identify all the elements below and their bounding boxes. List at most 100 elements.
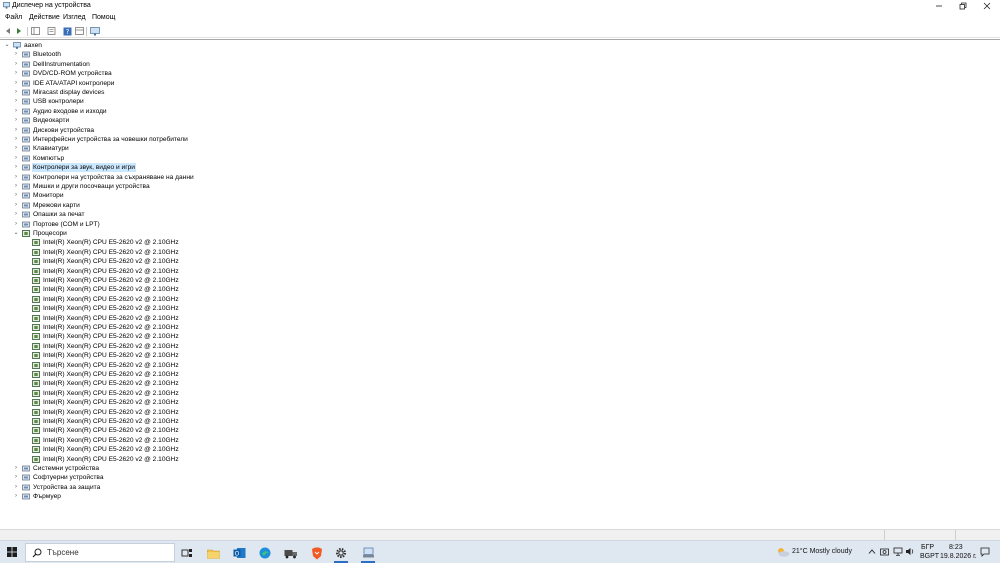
tree-category[interactable]: › DVD/CD-ROM устройства	[0, 69, 1000, 78]
expand-chevron-icon[interactable]: ›	[13, 60, 19, 69]
camera-tray-icon[interactable]	[880, 547, 889, 556]
menu-file[interactable]: Файл	[5, 13, 22, 22]
expand-chevron-icon[interactable]: ›	[13, 473, 19, 482]
expand-chevron-icon[interactable]: ›	[13, 173, 19, 182]
expand-chevron-icon[interactable]: ›	[13, 201, 19, 210]
tree-category[interactable]: › Дискови устройства	[0, 126, 1000, 135]
properties-button[interactable]	[46, 26, 56, 36]
close-button[interactable]	[976, 0, 998, 11]
processor-item[interactable]: Intel(R) Xeon(R) CPU E5-2620 v2 @ 2.10GH…	[0, 417, 1000, 426]
processor-item[interactable]: Intel(R) Xeon(R) CPU E5-2620 v2 @ 2.10GH…	[0, 436, 1000, 445]
game-app-button[interactable]	[281, 544, 301, 562]
tree-category[interactable]: › Контролери на устройства за съхраняване…	[0, 173, 1000, 182]
expand-chevron-icon[interactable]: ›	[13, 88, 19, 97]
tree-category[interactable]: › Видеокарти	[0, 116, 1000, 125]
chevron-up-icon[interactable]	[868, 548, 876, 555]
outlook-button[interactable]: O	[229, 544, 249, 562]
tree-category[interactable]: › Мишки и други посочващи устройства	[0, 182, 1000, 191]
network-icon[interactable]	[893, 547, 903, 556]
collapse-chevron-icon[interactable]: ⌄	[13, 229, 19, 238]
processor-item[interactable]: Intel(R) Xeon(R) CPU E5-2620 v2 @ 2.10GH…	[0, 238, 1000, 247]
expand-chevron-icon[interactable]: ›	[13, 182, 19, 191]
input-language[interactable]: БГР	[921, 544, 934, 551]
expand-chevron-icon[interactable]: ›	[13, 126, 19, 135]
processor-item[interactable]: Intel(R) Xeon(R) CPU E5-2620 v2 @ 2.10GH…	[0, 267, 1000, 276]
volume-icon[interactable]	[905, 547, 915, 556]
expand-chevron-icon[interactable]: ›	[13, 79, 19, 88]
processor-item[interactable]: Intel(R) Xeon(R) CPU E5-2620 v2 @ 2.10GH…	[0, 248, 1000, 257]
processor-item[interactable]: Intel(R) Xeon(R) CPU E5-2620 v2 @ 2.10GH…	[0, 314, 1000, 323]
tree-category[interactable]: › Портове (COM и LPT)	[0, 220, 1000, 229]
menu-action[interactable]: Действие	[29, 13, 60, 22]
expand-chevron-icon[interactable]: ›	[13, 483, 19, 492]
processor-item[interactable]: Intel(R) Xeon(R) CPU E5-2620 v2 @ 2.10GH…	[0, 398, 1000, 407]
windows-start-icon[interactable]	[7, 547, 17, 557]
tree-category[interactable]: › USB контролери	[0, 97, 1000, 106]
brave-button[interactable]	[307, 544, 327, 562]
tree-category[interactable]: › Софтуерни устройства	[0, 473, 1000, 482]
forward-button[interactable]	[14, 26, 24, 36]
processor-item[interactable]: Intel(R) Xeon(R) CPU E5-2620 v2 @ 2.10GH…	[0, 361, 1000, 370]
tree-category[interactable]: › Фърмуер	[0, 492, 1000, 501]
minimize-button[interactable]	[928, 0, 950, 11]
processor-item[interactable]: Intel(R) Xeon(R) CPU E5-2620 v2 @ 2.10GH…	[0, 323, 1000, 332]
clock-date[interactable]: 19.8.2026 г.	[940, 553, 977, 560]
show-hide-console-tree-button[interactable]	[30, 26, 40, 36]
tree-category[interactable]: › Системни устройства	[0, 464, 1000, 473]
collapse-chevron-icon[interactable]: ⌄	[4, 41, 10, 50]
tree-root-computer[interactable]: ⌄ aaxen	[0, 41, 1000, 50]
device-manager-taskbar-button[interactable]	[358, 544, 378, 563]
expand-chevron-icon[interactable]: ›	[13, 144, 19, 153]
back-button[interactable]	[3, 26, 13, 36]
tree-category[interactable]: › Интерфейсни устройства за човешки потре…	[0, 135, 1000, 144]
processor-item[interactable]: Intel(R) Xeon(R) CPU E5-2620 v2 @ 2.10GH…	[0, 408, 1000, 417]
processor-item[interactable]: Intel(R) Xeon(R) CPU E5-2620 v2 @ 2.10GH…	[0, 257, 1000, 266]
settings-button[interactable]	[331, 544, 351, 563]
processor-item[interactable]: Intel(R) Xeon(R) CPU E5-2620 v2 @ 2.10GH…	[0, 445, 1000, 454]
file-explorer-button[interactable]	[203, 544, 223, 562]
expand-chevron-icon[interactable]: ›	[13, 191, 19, 200]
processor-item[interactable]: Intel(R) Xeon(R) CPU E5-2620 v2 @ 2.10GH…	[0, 379, 1000, 388]
processor-item[interactable]: Intel(R) Xeon(R) CPU E5-2620 v2 @ 2.10GH…	[0, 455, 1000, 464]
task-view-button[interactable]	[177, 544, 197, 562]
tree-category[interactable]: › Мрежови карти	[0, 201, 1000, 210]
expand-chevron-icon[interactable]: ›	[13, 97, 19, 106]
expand-chevron-icon[interactable]: ›	[13, 210, 19, 219]
weather-text[interactable]: 21°C Mostly cloudy	[792, 548, 852, 555]
tree-category-processors[interactable]: ⌄ Процесори	[0, 229, 1000, 238]
processor-item[interactable]: Intel(R) Xeon(R) CPU E5-2620 v2 @ 2.10GH…	[0, 285, 1000, 294]
expand-chevron-icon[interactable]: ›	[13, 154, 19, 163]
tree-category[interactable]: › Компютър	[0, 154, 1000, 163]
notifications-icon[interactable]	[980, 547, 990, 557]
processor-item[interactable]: Intel(R) Xeon(R) CPU E5-2620 v2 @ 2.10GH…	[0, 426, 1000, 435]
tree-category[interactable]: › Аудио входове и изходи	[0, 107, 1000, 116]
maximize-button[interactable]	[952, 0, 974, 11]
expand-chevron-icon[interactable]: ›	[13, 163, 19, 172]
menu-help[interactable]: Помощ	[92, 13, 115, 22]
processor-item[interactable]: Intel(R) Xeon(R) CPU E5-2620 v2 @ 2.10GH…	[0, 276, 1000, 285]
expand-chevron-icon[interactable]: ›	[13, 50, 19, 59]
tree-category[interactable]: › Контролери за звук, видео и игри	[0, 163, 1000, 173]
menu-view[interactable]: Изглед	[63, 13, 86, 22]
expand-chevron-icon[interactable]: ›	[13, 220, 19, 229]
tree-category[interactable]: › Опашки за печат	[0, 210, 1000, 219]
tree-category[interactable]: › Устройства за защита	[0, 483, 1000, 492]
scan-hardware-button[interactable]	[90, 26, 100, 36]
keyboard-layout[interactable]: BGPT	[920, 553, 939, 560]
action-pane-button[interactable]	[74, 26, 84, 36]
tree-category[interactable]: › Клавиатури	[0, 144, 1000, 153]
edge-button[interactable]	[255, 544, 275, 562]
processor-item[interactable]: Intel(R) Xeon(R) CPU E5-2620 v2 @ 2.10GH…	[0, 351, 1000, 360]
processor-item[interactable]: Intel(R) Xeon(R) CPU E5-2620 v2 @ 2.10GH…	[0, 295, 1000, 304]
tree-category[interactable]: › DellInstrumentation	[0, 60, 1000, 69]
expand-chevron-icon[interactable]: ›	[13, 107, 19, 116]
expand-chevron-icon[interactable]: ›	[13, 135, 19, 144]
taskbar-search-box[interactable]: Търсене	[25, 543, 175, 562]
expand-chevron-icon[interactable]: ›	[13, 116, 19, 125]
processor-item[interactable]: Intel(R) Xeon(R) CPU E5-2620 v2 @ 2.10GH…	[0, 342, 1000, 351]
tree-category[interactable]: › IDE ATA/ATAPI контролери	[0, 79, 1000, 88]
processor-item[interactable]: Intel(R) Xeon(R) CPU E5-2620 v2 @ 2.10GH…	[0, 370, 1000, 379]
tree-category[interactable]: › Монитори	[0, 191, 1000, 200]
processor-item[interactable]: Intel(R) Xeon(R) CPU E5-2620 v2 @ 2.10GH…	[0, 389, 1000, 398]
expand-chevron-icon[interactable]: ›	[13, 492, 19, 501]
